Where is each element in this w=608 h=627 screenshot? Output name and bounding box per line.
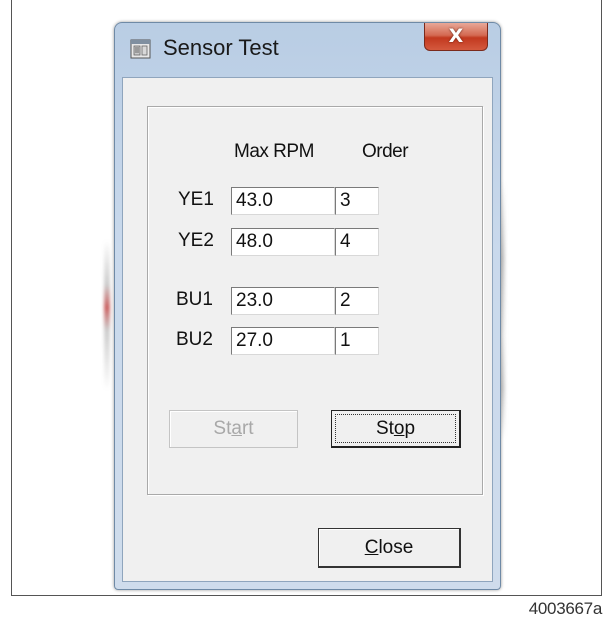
sensor-groupbox: Max RPM Order YE1 43.0 3 YE2 48.0 4 BU1 …	[147, 106, 483, 495]
bu1-order-field[interactable]: 2	[335, 287, 379, 315]
dialog-client-area: Max RPM Order YE1 43.0 3 YE2 48.0 4 BU1 …	[122, 77, 493, 582]
close-icon: X	[448, 25, 464, 47]
close-label-post: lose	[378, 537, 414, 558]
bu2-order-field[interactable]: 1	[335, 327, 379, 355]
row-label-ye2: YE2	[178, 230, 214, 251]
start-button[interactable]: Start	[169, 410, 298, 448]
scan-artifact	[104, 240, 110, 390]
ye1-max-rpm-field[interactable]: 43.0	[231, 187, 335, 215]
title-bar[interactable]: Sensor Test X	[115, 23, 500, 77]
close-window-button[interactable]: X	[424, 23, 488, 51]
stop-button[interactable]: Stop	[331, 410, 461, 448]
start-label-accel: a	[231, 418, 242, 439]
row-label-bu1: BU1	[176, 289, 213, 310]
max-rpm-header: Max RPM	[234, 141, 314, 162]
start-label-post: rt	[241, 418, 254, 439]
sensor-test-window: Sensor Test X Max RPM Order YE1 43.0 3 Y…	[114, 22, 501, 590]
bu1-max-rpm-field[interactable]: 23.0	[231, 287, 335, 315]
ye1-order-field[interactable]: 3	[335, 187, 379, 215]
row-label-bu2: BU2	[176, 329, 213, 350]
start-label-pre: St	[213, 418, 232, 439]
close-button[interactable]: Close	[318, 528, 461, 568]
document-page: Sensor Test X Max RPM Order YE1 43.0 3 Y…	[0, 0, 608, 627]
focus-rectangle	[335, 414, 456, 443]
row-label-ye1: YE1	[178, 189, 214, 210]
close-label-accel: C	[364, 537, 379, 558]
ye2-order-field[interactable]: 4	[335, 228, 379, 256]
figure-id: 4003667a	[528, 599, 603, 618]
app-window-icon[interactable]	[129, 37, 153, 61]
window-title: Sensor Test	[163, 35, 279, 60]
bu2-max-rpm-field[interactable]: 27.0	[231, 327, 335, 355]
order-header: Order	[362, 141, 409, 162]
ye2-max-rpm-field[interactable]: 48.0	[231, 228, 335, 256]
